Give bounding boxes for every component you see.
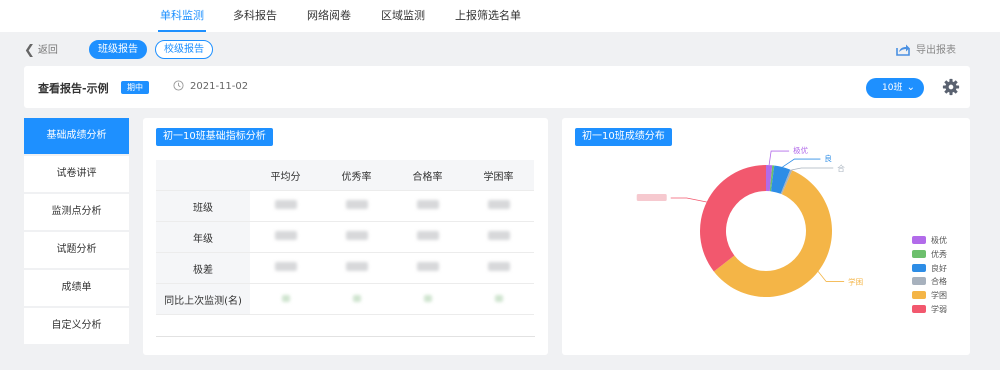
column-header: 合格率 <box>392 160 463 191</box>
legend-swatch <box>912 304 926 313</box>
tab-online-marking[interactable]: 网络阅卷 <box>307 0 351 32</box>
donut-chart: 极优良合学困 <box>636 145 863 297</box>
legend-swatch <box>912 277 926 286</box>
sidebar-item-paper-review[interactable]: 试卷讲评 <box>24 156 129 192</box>
report-date-text: 2021-11-02 <box>190 81 249 92</box>
masked-cell <box>463 252 534 284</box>
gear-icon <box>942 78 960 96</box>
chevron-down-icon: ⌄ <box>906 82 915 93</box>
table-header-row: 平均分 优秀率 合格率 学困率 <box>156 160 534 191</box>
chevron-left-icon: ❮ <box>24 43 35 58</box>
legend-label: 合格 <box>931 277 947 287</box>
legend-swatch <box>912 249 926 258</box>
masked-cell <box>321 190 392 222</box>
masked-cell <box>392 221 463 253</box>
column-header: 优秀率 <box>321 160 392 191</box>
legend-label: 优秀 <box>931 249 947 259</box>
top-nav: 单科监测 多科报告 网络阅卷 区域监测 上报筛选名单 <box>0 0 1000 32</box>
callout-leader-line <box>817 271 845 282</box>
report-header: 查看报告-示例 期中 2021-11-02 10班 ⌄ <box>24 66 970 108</box>
chart-callout-label: 学困 <box>848 276 863 286</box>
analysis-sidebar: 基础成绩分析 试卷讲评 监测点分析 试题分析 成绩单 自定义分析 <box>24 118 129 346</box>
class-report-button[interactable]: 班级报告 <box>89 40 147 59</box>
donut-slice-5[interactable] <box>700 165 766 272</box>
masked-cell <box>392 252 463 284</box>
legend-label: 学困 <box>931 291 947 301</box>
legend-label: 学弱 <box>931 304 947 314</box>
column-header: 学困率 <box>463 160 534 191</box>
class-select[interactable]: 10班 ⌄ <box>866 78 924 98</box>
row-header: 同比上次监测(名) <box>156 283 250 315</box>
legend-label: 极优 <box>931 236 947 245</box>
legend-item[interactable]: 优秀 <box>912 248 947 262</box>
distribution-card: 初一10班成绩分布 极优良合学困 极优 优秀 良好 合格 学困 学弱 <box>562 118 970 355</box>
masked-cell <box>321 221 392 253</box>
back-label: 返回 <box>37 45 58 56</box>
masked-cell <box>250 190 321 222</box>
sidebar-item-basic-score[interactable]: 基础成绩分析 <box>24 118 129 154</box>
table-row: 年级 <box>156 221 534 253</box>
chart-callout-label: 极优 <box>793 145 808 155</box>
column-header: 平均分 <box>250 160 321 191</box>
back-button[interactable]: ❮ 返回 <box>24 41 58 58</box>
row-header: 年级 <box>156 221 250 253</box>
page-title: 查看报告-示例 <box>38 82 109 95</box>
metrics-table: 平均分 优秀率 合格率 学困率 班级 年级 极差 同比上次监测(名) <box>156 160 534 315</box>
chart-callout-label: 良 <box>824 153 832 163</box>
callout-leader-line <box>791 167 834 171</box>
legend-item[interactable]: 学困 <box>912 289 947 303</box>
legend-swatch <box>912 263 926 272</box>
export-button[interactable]: 导出报表 <box>896 41 956 56</box>
export-icon <box>896 44 910 56</box>
legend-label: 良好 <box>931 263 947 273</box>
sidebar-item-transcript[interactable]: 成绩单 <box>24 270 129 306</box>
legend-item[interactable]: 学弱 <box>912 303 947 317</box>
masked-cell <box>392 283 463 315</box>
table-row: 极差 <box>156 252 534 284</box>
masked-cell <box>463 190 534 222</box>
masked-cell <box>321 283 392 315</box>
table-row: 班级 <box>156 190 534 222</box>
tab-multi-subject[interactable]: 多科报告 <box>233 0 277 32</box>
masked-callout-label <box>636 193 667 201</box>
term-badge: 期中 <box>121 81 149 94</box>
clock-icon <box>173 80 184 91</box>
masked-cell <box>250 221 321 253</box>
chart-legend: 极优优秀良好合格学困学弱 <box>912 234 947 317</box>
row-header: 极差 <box>156 252 250 284</box>
sidebar-item-question[interactable]: 试题分析 <box>24 232 129 268</box>
table-row: 同比上次监测(名) <box>156 283 534 315</box>
report-date: 2021-11-02 <box>173 80 248 92</box>
school-report-button[interactable]: 校级报告 <box>155 40 213 59</box>
callout-leader-line <box>782 158 821 168</box>
legend-swatch <box>912 236 926 244</box>
masked-cell <box>392 190 463 222</box>
row-header: 班级 <box>156 190 250 222</box>
sidebar-item-custom[interactable]: 自定义分析 <box>24 308 129 344</box>
legend-swatch <box>912 291 926 300</box>
tab-regional[interactable]: 区域监测 <box>381 0 425 32</box>
table-corner <box>156 160 250 191</box>
settings-button[interactable] <box>942 78 960 100</box>
class-select-value: 10班 <box>882 83 903 93</box>
sidebar-item-checkpoint[interactable]: 监测点分析 <box>24 194 129 230</box>
toolbar: ❮ 返回 班级报告 校级报告 导出报表 <box>0 32 1000 64</box>
legend-item[interactable]: 良好 <box>912 262 947 276</box>
masked-cell <box>463 283 534 315</box>
masked-cell <box>321 252 392 284</box>
callout-leader-line <box>670 197 707 203</box>
legend-item[interactable]: 合格 <box>912 275 947 289</box>
masked-cell <box>463 221 534 253</box>
callout-leader-line <box>768 150 790 166</box>
legend-item[interactable]: 极优 <box>912 234 947 248</box>
masked-cell <box>250 283 321 315</box>
tab-single-subject[interactable]: 单科监测 <box>158 0 206 32</box>
metrics-title: 初一10班基础指标分析 <box>156 128 273 146</box>
divider <box>156 336 535 337</box>
chart-callout-label: 合 <box>837 163 845 173</box>
tab-report-list[interactable]: 上报筛选名单 <box>455 0 521 32</box>
masked-cell <box>250 252 321 284</box>
metrics-card: 初一10班基础指标分析 平均分 优秀率 合格率 学困率 班级 年级 极差 同比上… <box>143 118 548 355</box>
export-label: 导出报表 <box>916 45 956 56</box>
